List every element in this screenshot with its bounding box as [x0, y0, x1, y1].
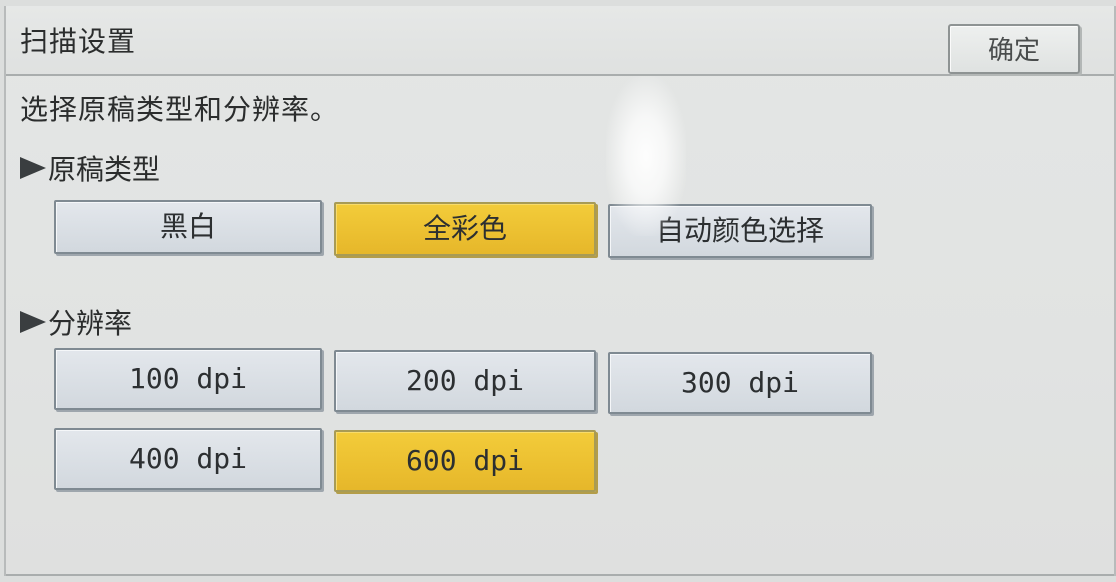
original-type-heading: 原稿类型 [20, 148, 160, 188]
resolution-heading: 分辨率 [20, 302, 132, 342]
ok-button[interactable]: 确定 [948, 24, 1080, 74]
resolution-300dpi-button[interactable]: 300 dpi [608, 352, 872, 414]
instruction-text: 选择原稿类型和分辨率。 [20, 93, 340, 126]
resolution-400dpi-button[interactable]: 400 dpi [54, 428, 322, 490]
page-title: 扫描设置 [20, 25, 137, 58]
original-type-label: 原稿类型 [48, 153, 161, 186]
scan-settings-screen: 扫描设置 确定 选择原稿类型和分辨率。 原稿类型 黑白 全彩色 自动颜色选择 分… [4, 6, 1116, 576]
triangle-right-icon [20, 157, 46, 179]
triangle-right-icon [20, 311, 46, 333]
original-type-auto-color-button[interactable]: 自动颜色选择 [608, 204, 872, 258]
resolution-label: 分辨率 [48, 307, 133, 340]
header-bar: 扫描设置 确定 [6, 6, 1114, 76]
original-type-bw-button[interactable]: 黑白 [54, 200, 322, 254]
original-type-full-color-button[interactable]: 全彩色 [334, 202, 596, 256]
bottom-edge [6, 574, 1114, 576]
resolution-600dpi-button[interactable]: 600 dpi [334, 430, 596, 492]
resolution-100dpi-button[interactable]: 100 dpi [54, 348, 322, 410]
resolution-200dpi-button[interactable]: 200 dpi [334, 350, 596, 412]
